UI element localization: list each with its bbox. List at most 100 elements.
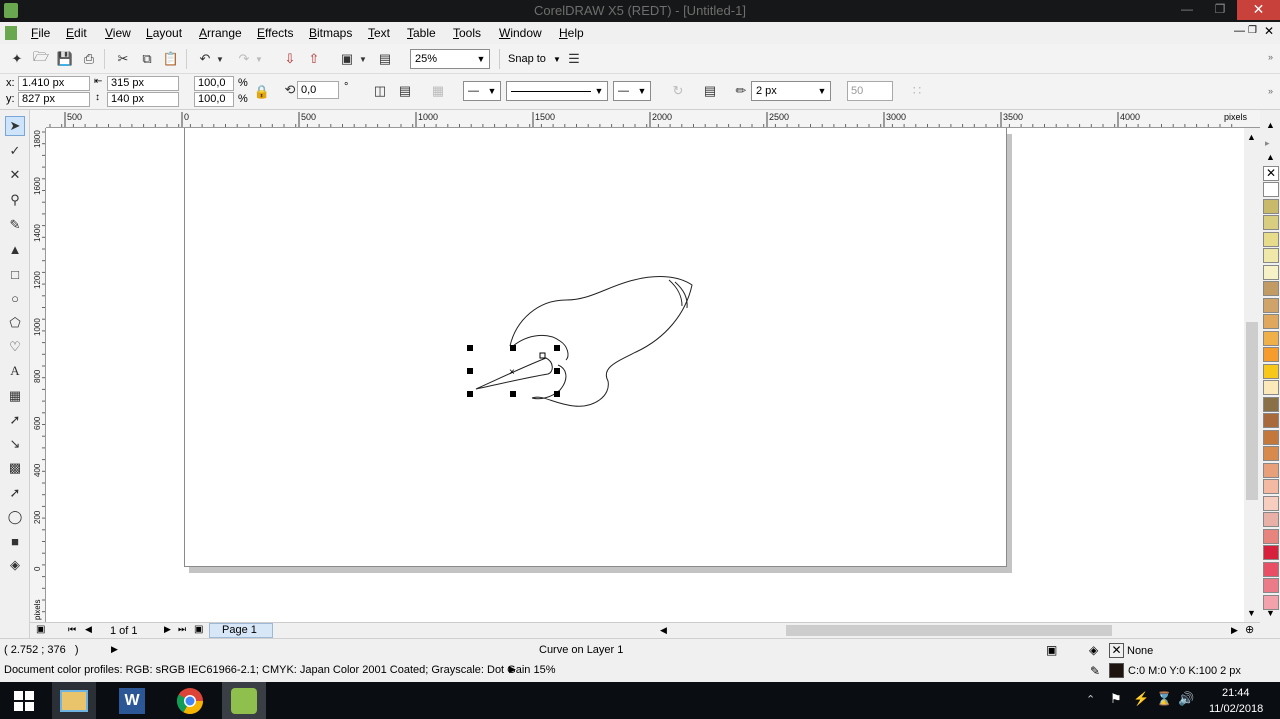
menu-edit[interactable]: Edit: [66, 26, 87, 40]
snap-to-button[interactable]: Snap to ▼: [499, 49, 561, 69]
scroll-down-icon[interactable]: ▼: [1247, 608, 1256, 618]
page-1-tab[interactable]: Page 1: [209, 623, 273, 638]
palette-swatch[interactable]: [1263, 182, 1279, 197]
welcome-screen-icon[interactable]: ▤: [375, 49, 395, 69]
rotation-field[interactable]: 0,0: [297, 81, 339, 99]
close-icon[interactable]: ✕: [1237, 0, 1280, 20]
y-position-field[interactable]: 827 px: [18, 92, 90, 107]
outline-tool-icon[interactable]: ◯: [5, 507, 25, 527]
palette-swatch[interactable]: [1263, 314, 1279, 329]
lock-ratio-icon[interactable]: 🔒: [252, 82, 272, 102]
horizontal-scroll-thumb[interactable]: [786, 625, 1112, 636]
minimize-icon[interactable]: —: [1172, 0, 1202, 20]
coreldraw-taskbar-icon[interactable]: [222, 682, 266, 719]
crop-tool-icon[interactable]: ✕: [5, 165, 25, 185]
new-icon[interactable]: ✦: [7, 49, 27, 69]
clock-date[interactable]: 11/02/2018: [1209, 703, 1263, 715]
palette-scroll-down-icon[interactable]: ▼: [1266, 608, 1275, 618]
word-icon[interactable]: W: [110, 682, 154, 719]
scale-x-field[interactable]: 100,0: [194, 76, 234, 91]
menu-arrange[interactable]: Arrange: [199, 26, 242, 40]
doc-close-icon[interactable]: ✕: [1264, 24, 1274, 38]
clock-time[interactable]: 21:44: [1222, 687, 1250, 699]
palette-swatch[interactable]: [1263, 446, 1279, 461]
redo-icon[interactable]: ↷: [234, 49, 254, 69]
zoom-navigator-icon[interactable]: ⊕: [1245, 623, 1254, 636]
doc-icon[interactable]: [5, 26, 17, 40]
menu-file[interactable]: File: [31, 26, 50, 40]
smart-fill-icon[interactable]: ▲: [5, 239, 25, 259]
polygon-tool-icon[interactable]: ⬠: [5, 313, 25, 333]
restore-icon[interactable]: ❐: [1205, 0, 1235, 20]
zoom-tool-icon[interactable]: ⚲: [5, 190, 25, 210]
freehand-tool-icon[interactable]: ✎: [5, 215, 25, 235]
menu-help[interactable]: Help: [559, 26, 584, 40]
scale-y-field[interactable]: 100,0: [194, 92, 234, 107]
table-tool-icon[interactable]: ▦: [5, 386, 25, 406]
add-page-before-icon[interactable]: ▣: [36, 624, 45, 635]
outline-pen-icon[interactable]: ✏: [731, 81, 751, 101]
doc-minimize-icon[interactable]: —: [1234, 25, 1245, 37]
palette-swatch[interactable]: [1263, 198, 1279, 214]
palette-swatch[interactable]: [1263, 545, 1279, 560]
fill-tool-icon[interactable]: ■: [5, 531, 25, 551]
x-position-field[interactable]: 1.410 px: [18, 76, 90, 91]
palette-swatch[interactable]: [1263, 462, 1279, 478]
palette-options-icon[interactable]: ▸: [1265, 138, 1270, 149]
blend-tool-icon[interactable]: ▩: [5, 458, 25, 478]
basic-shapes-icon[interactable]: ♡: [5, 337, 25, 357]
first-page-icon[interactable]: ⏮: [68, 624, 76, 635]
launcher-dropdown-icon[interactable]: ▼: [357, 49, 369, 69]
menu-tools[interactable]: Tools: [453, 26, 481, 40]
toolbar-more-icon[interactable]: »: [1268, 52, 1273, 62]
height-field[interactable]: 140 px: [107, 92, 179, 107]
end-arrowhead-select[interactable]: — ▼: [613, 81, 651, 101]
next-page-icon[interactable]: ▶: [164, 624, 171, 635]
palette-swatch[interactable]: [1263, 528, 1279, 544]
add-page-after-icon[interactable]: ▣: [194, 624, 203, 635]
line-style-select[interactable]: ▼: [506, 81, 608, 101]
palette-swatch[interactable]: [1263, 347, 1279, 362]
chrome-icon[interactable]: [168, 682, 212, 719]
ellipse-tool-icon[interactable]: ○: [5, 288, 25, 308]
rectangle-tool-icon[interactable]: □: [5, 264, 25, 284]
redo-dropdown-icon[interactable]: ▼: [253, 49, 265, 69]
drawing-canvas[interactable]: ×: [46, 128, 1244, 622]
palette-swatch[interactable]: [1263, 248, 1279, 263]
text-tool-icon[interactable]: A: [5, 361, 25, 381]
export-icon[interactable]: ⇧: [304, 49, 324, 69]
palette-swatch[interactable]: [1263, 396, 1279, 412]
palette-swatch[interactable]: [1263, 578, 1279, 593]
palette-swatch[interactable]: [1263, 413, 1279, 428]
no-color-swatch[interactable]: ✕: [1263, 166, 1279, 181]
palette-swatch[interactable]: [1263, 264, 1279, 280]
menu-view[interactable]: View: [105, 26, 131, 40]
reverse-direction-icon[interactable]: ↻: [668, 81, 688, 101]
palette-swatch[interactable]: [1263, 429, 1279, 445]
palette-swatch[interactable]: [1263, 495, 1279, 511]
vertical-scroll-thumb[interactable]: [1246, 322, 1258, 500]
ruler-corner[interactable]: [30, 110, 46, 128]
nodes-icon[interactable]: ∷: [907, 81, 927, 101]
volume-icon[interactable]: 🔊: [1178, 691, 1194, 707]
windows-start-icon[interactable]: [2, 682, 46, 719]
open-icon[interactable]: 🗁: [31, 49, 51, 69]
pick-tool-icon[interactable]: ➤: [5, 116, 25, 136]
eyedropper-tool-icon[interactable]: ➚: [5, 483, 25, 503]
menu-layout[interactable]: Layout: [146, 26, 182, 40]
cut-icon[interactable]: ✂: [113, 49, 133, 69]
mirror-horizontal-icon[interactable]: ◫: [370, 81, 390, 101]
fill-bucket-icon[interactable]: ◈: [1089, 643, 1098, 657]
menu-effects[interactable]: Effects: [257, 26, 293, 40]
dimension-tool-icon[interactable]: ➚: [5, 410, 25, 430]
power-icon[interactable]: ⚡: [1133, 691, 1149, 707]
save-icon[interactable]: 💾: [55, 49, 75, 69]
vertical-ruler[interactable]: 1800 1600 1400 1200 1000 800 600 400 200 0 pixels: [30, 128, 46, 622]
undo-icon[interactable]: ↶: [195, 49, 215, 69]
width-field[interactable]: 315 px: [107, 76, 179, 91]
last-page-icon[interactable]: ⏭: [178, 624, 186, 635]
scroll-up-icon[interactable]: ▲: [1247, 132, 1256, 142]
tray-expand-icon[interactable]: ⌃: [1086, 693, 1095, 706]
interactive-fill-icon[interactable]: ◈: [5, 555, 25, 575]
palette-swatch[interactable]: [1263, 281, 1279, 296]
